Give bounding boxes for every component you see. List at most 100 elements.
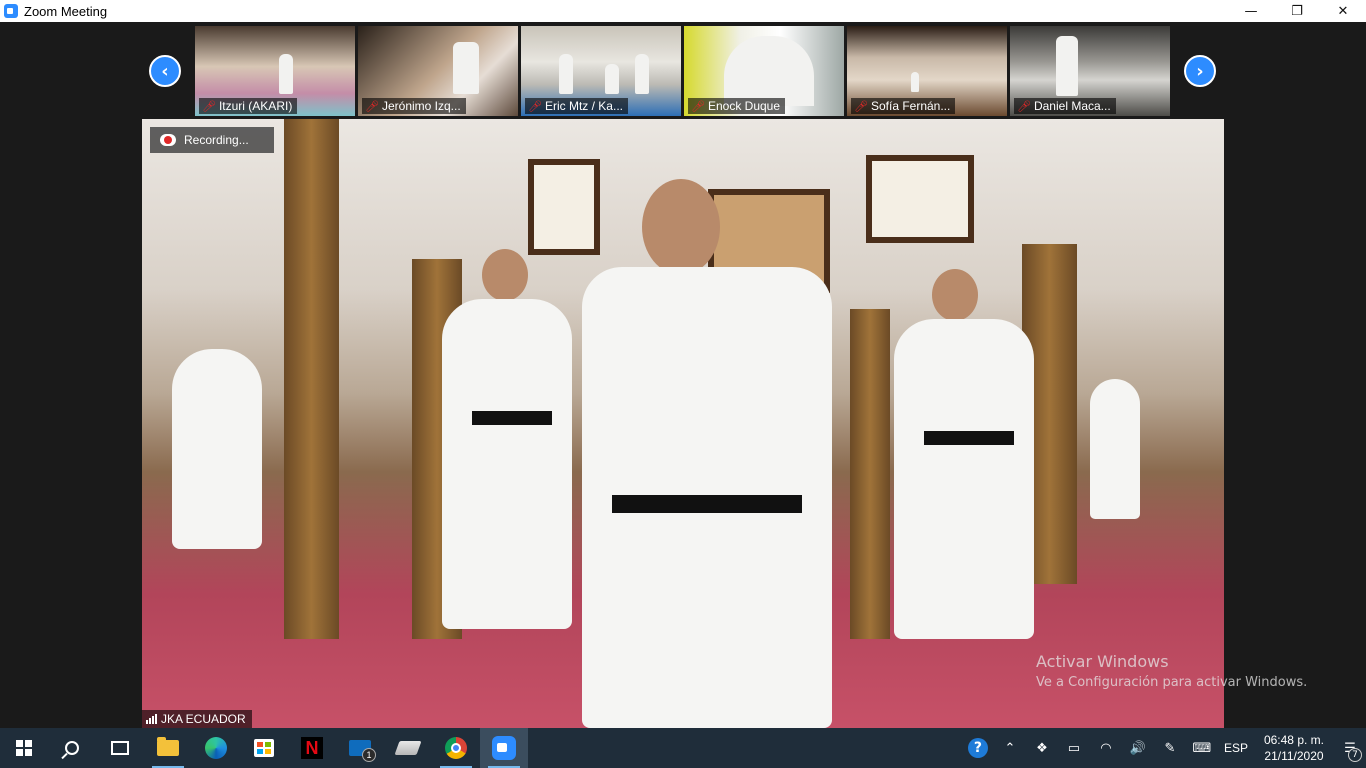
zoom-app-icon [4,4,18,18]
mic-muted-icon: 🎤︎ [202,99,216,113]
participant-name: Daniel Maca... [1033,99,1111,113]
gallery-next-button[interactable]: › [1184,55,1216,87]
taskbar-edge[interactable] [192,728,240,768]
participant-tile[interactable]: 🎤︎ Jerónimo Izq... [358,26,518,116]
black-belt [472,411,552,425]
keyboard-icon[interactable]: ⌨ [1186,728,1218,768]
participant-name: Itzuri (AKARI) [218,99,293,113]
taskbar-zoom[interactable] [480,728,528,768]
participant-tile[interactable]: 🎤︎ Sofía Fernán... [847,26,1007,116]
show-hidden-icons-button[interactable]: ⌃ [994,728,1026,768]
wifi-icon[interactable]: ◠ [1090,728,1122,768]
participant-tile[interactable]: 🎤︎ Daniel Maca... [1010,26,1170,116]
participant-label: 🎤︎ Itzuri (AKARI) [199,98,298,114]
action-center-button[interactable]: ☰ 7 [1334,728,1366,768]
student-figure [442,299,572,629]
recording-indicator[interactable]: Recording... [150,127,274,153]
wall-frame [528,159,600,255]
mic-muted-icon: 🎤︎ [1017,99,1031,113]
recording-label: Recording... [184,133,249,147]
task-view-button[interactable] [96,728,144,768]
signal-strength-icon [146,714,157,724]
taskbar-clock[interactable]: 06:48 p. m. 21/11/2020 [1254,732,1334,764]
notification-count: 7 [1348,748,1362,762]
student-figure [894,319,1034,639]
recording-icon [160,134,176,146]
zoom-icon [492,736,516,760]
wall-frame [866,155,974,243]
taskbar-mail[interactable]: 1 [336,728,384,768]
mic-muted-icon: 🎤︎ [365,99,379,113]
participant-name: Eric Mtz / Ka... [544,99,623,113]
black-belt [612,495,802,513]
folder-icon [157,737,179,756]
black-belt [924,431,1014,445]
edge-icon [205,737,227,759]
taskbar-file-explorer[interactable] [144,728,192,768]
taskbar-chrome[interactable] [432,728,480,768]
dojo-pillar [284,119,339,639]
start-button[interactable] [0,728,48,768]
window-titlebar: Zoom Meeting — ❐ ✕ [0,0,1366,22]
participant-figure [279,54,293,94]
search-button[interactable] [48,728,96,768]
participant-label: 🎤︎ Daniel Maca... [1014,98,1116,114]
windows-activation-watermark: Activar Windows Ve a Configuración para … [1036,652,1307,690]
mic-muted-icon: 🎤︎ [854,99,868,113]
gallery-prev-button[interactable]: ‹ [149,55,181,87]
chevron-right-icon: › [1196,60,1204,82]
reflection-figure [1090,379,1140,519]
dropbox-icon[interactable]: ❖ [1026,728,1058,768]
student-head [932,269,978,321]
volume-icon[interactable]: 🔊 [1122,728,1154,768]
language-indicator[interactable]: ESP [1218,728,1254,768]
reflection-figure [172,349,262,549]
minimize-button[interactable]: — [1228,0,1274,22]
participant-label: 🎤︎ Sofía Fernán... [851,98,956,114]
participant-figure [911,72,919,92]
mail-badge: 1 [362,748,376,762]
window-controls: — ❐ ✕ [1228,0,1366,22]
speaker-label: JKA ECUADOR [142,710,252,728]
participant-tile[interactable]: 🎤︎ Enock Duque [684,26,844,116]
participant-figure [453,42,479,94]
participant-tile[interactable]: 🎤︎ Eric Mtz / Ka... [521,26,681,116]
pen-icon[interactable]: ✎ [1154,728,1186,768]
chevron-left-icon: ‹ [161,60,169,82]
chrome-icon [445,737,467,759]
instructor-head [642,179,720,275]
task-view-icon [111,741,129,755]
participant-label: 🎤︎ Jerónimo Izq... [362,98,466,114]
taskbar-stack-app[interactable] [384,728,432,768]
taskbar-netflix[interactable]: N [288,728,336,768]
windows-logo-icon [16,740,32,756]
search-icon [65,741,79,755]
mic-muted-icon: 🎤︎ [528,99,542,113]
watermark-subtitle: Ve a Configuración para activar Windows. [1036,675,1308,690]
restore-button[interactable]: ❐ [1274,0,1320,22]
battery-icon[interactable]: ▭ [1058,728,1090,768]
participant-label: 🎤︎ Eric Mtz / Ka... [525,98,628,114]
window-title: Zoom Meeting [24,3,108,19]
help-tray-button[interactable]: ? [962,728,994,768]
participant-name: Sofía Fernán... [870,99,951,113]
active-speaker-video[interactable]: Recording... JKA ECUADOR [142,119,1224,728]
close-button[interactable]: ✕ [1320,0,1366,22]
store-icon [254,739,274,757]
participant-figure [559,54,573,94]
participant-name: Jerónimo Izq... [381,99,461,113]
participant-figure [724,36,814,106]
participant-name: Enock Duque [707,99,781,113]
participant-figure [635,54,649,94]
participant-figure [605,64,619,94]
netflix-icon: N [301,737,323,759]
student-head [482,249,528,301]
clock-date: 21/11/2020 [1264,749,1324,763]
speaker-name: JKA ECUADOR [161,712,246,726]
taskbar-store[interactable] [240,728,288,768]
participant-tile[interactable]: 🎤︎ Itzuri (AKARI) [195,26,355,116]
mic-muted-icon: 🎤︎ [691,99,705,113]
stack-icon [394,741,422,755]
watermark-title: Activar Windows [1036,652,1169,671]
windows-taskbar: N 1 ? ⌃ ❖ ▭ ◠ 🔊 ✎ ⌨ ESP 06:48 p. m. 21/1… [0,728,1366,768]
